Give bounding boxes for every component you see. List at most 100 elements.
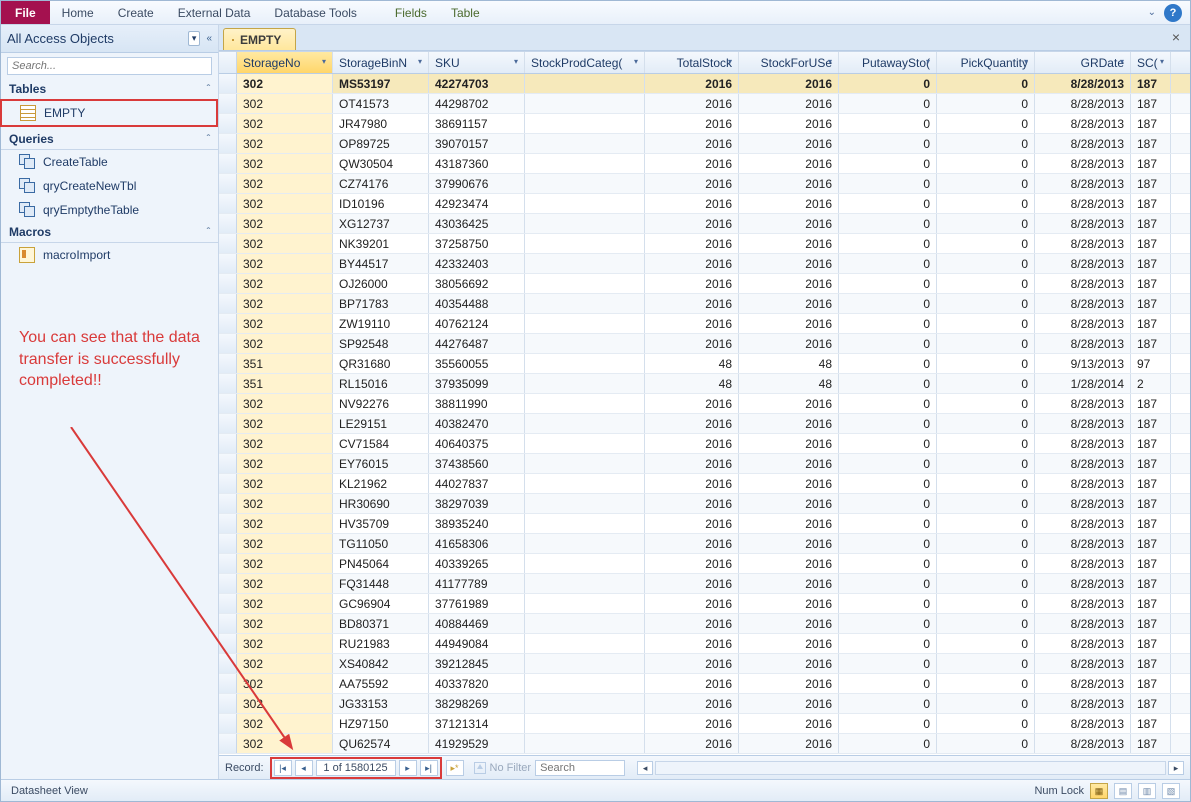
ribbon-tab[interactable]: Database Tools [262,1,369,24]
cell-StorageBinN[interactable]: JR47980 [333,114,429,133]
cell-StorageBinN[interactable]: QR31680 [333,354,429,373]
cell-StorageBinN[interactable]: XS40842 [333,654,429,673]
cell-StorageNo[interactable]: 302 [237,454,333,473]
column-dropdown-icon[interactable]: ▾ [631,57,641,67]
cell-SKU[interactable]: 39212845 [429,654,525,673]
cell-StockForUSe[interactable]: 2016 [739,414,839,433]
cell-SC[interactable]: 187 [1131,694,1171,713]
row-selector[interactable] [219,474,237,493]
cell-SC[interactable]: 187 [1131,674,1171,693]
cell-PutawayStock[interactable]: 0 [839,614,937,633]
cell-PutawayStock[interactable]: 0 [839,74,937,93]
table-row[interactable]: 302ZW191104076212420162016008/28/2013187 [219,314,1190,334]
cell-PickQuantity[interactable]: 0 [937,334,1035,353]
cell-StorageNo[interactable]: 302 [237,214,333,233]
cell-SC[interactable]: 187 [1131,514,1171,533]
column-header-StorageNo[interactable]: StorageNo▾ [237,52,333,73]
cell-StockProdCateg[interactable] [525,174,645,193]
view-design-button[interactable]: ▤ [1114,783,1132,799]
cell-StorageNo[interactable]: 302 [237,274,333,293]
cell-StorageNo[interactable]: 302 [237,234,333,253]
cell-StockForUSe[interactable]: 2016 [739,194,839,213]
cell-TotalStock[interactable]: 48 [645,374,739,393]
cell-PickQuantity[interactable]: 0 [937,634,1035,653]
cell-GRDate[interactable]: 1/28/2014 [1035,374,1131,393]
cell-StorageNo[interactable]: 302 [237,154,333,173]
column-dropdown-icon[interactable]: ▾ [1021,57,1031,67]
cell-GRDate[interactable]: 8/28/2013 [1035,654,1131,673]
cell-TotalStock[interactable]: 2016 [645,554,739,573]
cell-PutawayStock[interactable]: 0 [839,414,937,433]
ribbon-context-tab[interactable]: Table [439,1,492,24]
cell-TotalStock[interactable]: 2016 [645,594,739,613]
row-selector[interactable] [219,394,237,413]
cell-StorageNo[interactable]: 302 [237,334,333,353]
column-header-StorageBinN[interactable]: StorageBinN▾ [333,52,429,73]
cell-GRDate[interactable]: 8/28/2013 [1035,274,1131,293]
row-selector[interactable] [219,554,237,573]
table-row[interactable]: 302OT415734429870220162016008/28/2013187 [219,94,1190,114]
cell-StorageBinN[interactable]: RL15016 [333,374,429,393]
cell-PickQuantity[interactable]: 0 [937,694,1035,713]
row-selector[interactable] [219,254,237,273]
cell-StockProdCateg[interactable] [525,134,645,153]
cell-PickQuantity[interactable]: 0 [937,134,1035,153]
column-header-GRDate[interactable]: GRDate▾ [1035,52,1131,73]
cell-GRDate[interactable]: 8/28/2013 [1035,214,1131,233]
column-header-PickQuantity[interactable]: PickQuantity▾ [937,52,1035,73]
table-row[interactable]: 302LE291514038247020162016008/28/2013187 [219,414,1190,434]
row-selector[interactable] [219,514,237,533]
cell-SKU[interactable]: 35560055 [429,354,525,373]
cell-StorageNo[interactable]: 302 [237,694,333,713]
cell-PutawayStock[interactable]: 0 [839,594,937,613]
cell-PutawayStock[interactable]: 0 [839,474,937,493]
cell-PutawayStock[interactable]: 0 [839,454,937,473]
cell-PickQuantity[interactable]: 0 [937,514,1035,533]
cell-StorageNo[interactable]: 302 [237,614,333,633]
row-selector[interactable] [219,534,237,553]
cell-StockProdCateg[interactable] [525,154,645,173]
cell-PickQuantity[interactable]: 0 [937,494,1035,513]
record-search-input[interactable] [535,760,625,776]
cell-StorageBinN[interactable]: SP92548 [333,334,429,353]
table-row[interactable]: 302BP717834035448820162016008/28/2013187 [219,294,1190,314]
nav-group-header[interactable]: Tablesˆ [1,79,218,100]
cell-StockProdCateg[interactable] [525,674,645,693]
table-row[interactable]: 302BY445174233240320162016008/28/2013187 [219,254,1190,274]
cell-SC[interactable]: 187 [1131,174,1171,193]
record-next-button[interactable]: ▸ [399,760,417,776]
cell-StockForUSe[interactable]: 2016 [739,254,839,273]
cell-StorageBinN[interactable]: MS53197 [333,74,429,93]
cell-SKU[interactable]: 40762124 [429,314,525,333]
cell-StorageBinN[interactable]: AA75592 [333,674,429,693]
cell-StorageBinN[interactable]: OP89725 [333,134,429,153]
cell-TotalStock[interactable]: 2016 [645,674,739,693]
table-row[interactable]: 302ID101964292347420162016008/28/2013187 [219,194,1190,214]
cell-StorageBinN[interactable]: ZW19110 [333,314,429,333]
table-row[interactable]: 302HR306903829703920162016008/28/2013187 [219,494,1190,514]
cell-StockProdCateg[interactable] [525,314,645,333]
cell-StockForUSe[interactable]: 2016 [739,274,839,293]
cell-GRDate[interactable]: 8/28/2013 [1035,534,1131,553]
table-row[interactable]: 302HZ971503712131420162016008/28/2013187 [219,714,1190,734]
table-row[interactable]: 302MS531974227470320162016008/28/2013187 [219,74,1190,94]
cell-SKU[interactable]: 42332403 [429,254,525,273]
nav-group-header[interactable]: Queriesˆ [1,129,218,150]
cell-TotalStock[interactable]: 2016 [645,394,739,413]
cell-GRDate[interactable]: 8/28/2013 [1035,334,1131,353]
cell-StorageNo[interactable]: 302 [237,114,333,133]
cell-PutawayStock[interactable]: 0 [839,554,937,573]
row-selector[interactable] [219,434,237,453]
cell-GRDate[interactable]: 8/28/2013 [1035,594,1131,613]
cell-GRDate[interactable]: 8/28/2013 [1035,414,1131,433]
cell-PutawayStock[interactable]: 0 [839,134,937,153]
cell-SKU[interactable]: 43036425 [429,214,525,233]
hscroll-track[interactable] [655,761,1166,775]
cell-StockForUSe[interactable]: 2016 [739,294,839,313]
nav-item[interactable]: qryCreateNewTbl [1,174,218,198]
cell-StorageBinN[interactable]: QU62574 [333,734,429,753]
cell-PutawayStock[interactable]: 0 [839,234,937,253]
help-icon[interactable]: ? [1164,4,1182,22]
table-row[interactable]: 302CV715844064037520162016008/28/2013187 [219,434,1190,454]
row-selector[interactable] [219,674,237,693]
